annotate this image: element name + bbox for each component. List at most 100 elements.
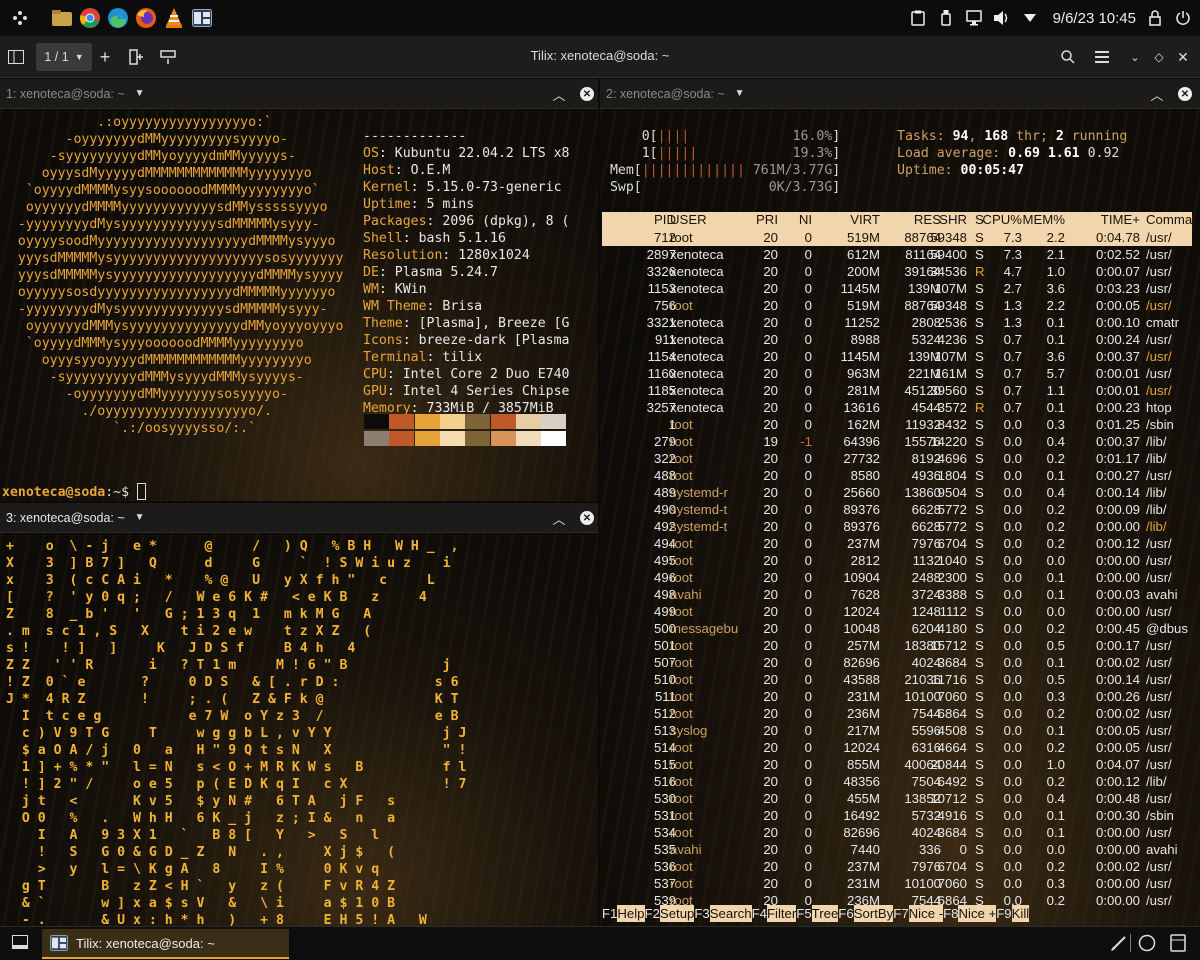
fkey-label[interactable]: Nice - — [908, 905, 944, 922]
process-table-header[interactable]: PID USER PRI NI VIRT RES SHR S CPU% MEM% TIME+ Comm… — [602, 212, 1192, 229]
process-row[interactable]: 507 root 20 0 82696 4024 3684 S 0.0 0.1 0:00.02/us… — [602, 654, 1192, 671]
taskbar-task-tilix[interactable]: Tilix: xenoteca@soda: ~ — [42, 929, 289, 959]
process-cell: 0:00.27 — [1096, 468, 1140, 483]
process-cell: 0.3 — [1046, 417, 1065, 432]
hamburger-menu-icon[interactable] — [1092, 43, 1112, 71]
process-cell: /usr/ — [1146, 230, 1172, 245]
chevron-down-icon[interactable]: ▼ — [135, 512, 145, 523]
process-row[interactable]: 322 root 20 0 27732 8192 4696 S 0.0 0.2 0:01.17/li… — [602, 450, 1192, 467]
process-row[interactable]: 279 root 19 -1 64396 15576 14220 S 0.0 0.4 0:00.37… — [602, 433, 1192, 450]
lock-screen-icon[interactable] — [1146, 9, 1164, 27]
close-window-icon[interactable]: ✕ — [1174, 43, 1192, 71]
usb-device-icon[interactable] — [937, 9, 955, 27]
search-icon[interactable] — [1058, 43, 1078, 71]
circle-icon[interactable] — [1138, 934, 1156, 957]
process-row[interactable]: 513 syslog 20 0 217M 5596 4508 S 0.0 0.1 0:00.05/u… — [602, 722, 1192, 739]
process-row[interactable]: 531 root 20 0 16492 5732 4916 S 0.0 0.1 0:00.30/sb… — [602, 807, 1192, 824]
process-row[interactable]: 534 root 20 0 82696 4024 3684 S 0.0 0.1 0:00.00/us… — [602, 824, 1192, 841]
process-cell: xenoteca — [670, 400, 724, 415]
process-row[interactable]: 499 root 20 0 12024 1248 1112 S 0.0 0.0 0:00.00/us… — [602, 603, 1192, 620]
process-row[interactable]: 501 root 20 0 257M 18380 15712 S 0.0 0.5 0:00.17/u… — [602, 637, 1192, 654]
fkey-label[interactable]: Search — [709, 905, 752, 922]
show-desktop-icon[interactable] — [12, 935, 28, 954]
process-row[interactable]: 498 avahi 20 0 7628 3724 3388 S 0.0 0.1 0:00.03 ava… — [602, 586, 1192, 603]
process-row[interactable]: 2897 xenoteca 20 0 612M 81164 59400 S 7.3 2.1 0:02… — [602, 246, 1192, 263]
info-key: WM Theme — [363, 299, 427, 314]
process-row[interactable]: 516 root 20 0 48356 7504 6492 S 0.0 0.2 0:00.12/li… — [602, 773, 1192, 790]
clipboard-icon[interactable] — [909, 9, 927, 27]
tasks-count: 94 — [952, 129, 969, 144]
process-row[interactable]: 496 root 20 0 10904 2488 2300 S 0.0 0.1 0:00.00/us… — [602, 569, 1192, 586]
firefox-icon[interactable] — [134, 6, 158, 30]
close-pane-icon[interactable]: ✕ — [580, 511, 594, 525]
process-row[interactable]: 488 root 20 0 8580 4936 1804 S 0.0 0.1 0:00.27/usr… — [602, 467, 1192, 484]
process-row[interactable]: 512 root 20 0 236M 7544 6864 S 0.0 0.2 0:00.02/usr… — [602, 705, 1192, 722]
process-cell: 20 — [763, 689, 778, 704]
close-pane-icon[interactable]: ✕ — [1178, 87, 1192, 101]
fkey-label[interactable]: Kill — [1011, 905, 1030, 922]
chrome-icon[interactable] — [78, 6, 102, 30]
fkey-label[interactable]: Filter — [766, 905, 797, 922]
process-row[interactable]: 536 root 20 0 237M 7976 6704 S 0.0 0.2 0:00.02/usr… — [602, 858, 1192, 875]
process-row[interactable]: 537 root 20 0 231M 10100 7060 S 0.0 0.3 0:00.00/us… — [602, 875, 1192, 892]
process-row[interactable]: 510 root 20 0 43588 21036 11716 S 0.0 0.5 0:00.14/… — [602, 671, 1192, 688]
shell-prompt[interactable]: xenoteca@soda:~$ — [2, 483, 146, 500]
close-pane-icon[interactable]: ✕ — [580, 87, 594, 101]
process-row[interactable]: 1153 xenoteca 20 0 1145M 139M 107M S 2.7 3.6 0:03.… — [602, 280, 1192, 297]
process-row[interactable]: 514 root 20 0 12024 6316 4664 S 0.0 0.2 0:00.05/us… — [602, 739, 1192, 756]
process-cell: /usr/ — [1146, 825, 1172, 840]
maximize-pane-icon[interactable]: ︿ — [1148, 85, 1166, 103]
info-key: Icons — [363, 333, 403, 348]
process-row[interactable]: 1 root 20 0 162M 11932 8432 S 0.0 0.3 0:01.25/sbin — [602, 416, 1192, 433]
tilix-icon[interactable] — [190, 6, 214, 30]
info-value: O.E.M — [410, 163, 451, 178]
maximize-icon[interactable]: ◇ — [1150, 43, 1168, 71]
fkey-label[interactable]: Help — [617, 905, 645, 922]
process-row[interactable]: 494 root 20 0 237M 7976 6704 S 0.0 0.2 0:00.12/usr… — [602, 535, 1192, 552]
vlc-icon[interactable] — [162, 6, 186, 30]
process-row[interactable]: 911 xenoteca 20 0 8988 5324 4236 S 0.7 0.1 0:00.24… — [602, 331, 1192, 348]
process-row[interactable]: 495 root 20 0 2812 1132 1040 S 0.0 0.0 0:00.00/usr… — [602, 552, 1192, 569]
process-row[interactable]: 1160 xenoteca 20 0 963M 221M 161M S 0.7 5.7 0:00.0… — [602, 365, 1192, 382]
process-row[interactable]: 3326 xenoteca 20 0 200M 39164 34536 R 4.7 1.0 0:00… — [602, 263, 1192, 280]
app-launcher-icon[interactable] — [8, 6, 32, 30]
process-row[interactable]: 492 systemd-t 20 0 89376 6628 5772 S 0.0 0.2 0:00.… — [602, 518, 1192, 535]
process-row[interactable]: 756 root 20 0 519M 88764 59348 S 1.3 2.2 0:00.05/u… — [602, 297, 1192, 314]
process-cell: /usr/ — [1146, 264, 1172, 279]
process-row[interactable]: 3257 xenoteca 20 0 13616 4544 3572 R 0.7 0.1 0:00.… — [602, 399, 1192, 416]
process-row[interactable]: 530 root 20 0 455M 13852 10712 S 0.0 0.4 0:00.48/u… — [602, 790, 1192, 807]
clock[interactable]: 9/6/23 10:45 — [1053, 10, 1136, 27]
maximize-pane-icon[interactable]: ︿ — [550, 509, 568, 527]
tray-expand-icon[interactable] — [1021, 9, 1039, 27]
window-switcher-icon[interactable] — [1170, 934, 1186, 957]
fkey-label[interactable]: SortBy — [853, 905, 894, 922]
chevron-down-icon[interactable]: ▼ — [135, 88, 145, 99]
minimize-icon[interactable]: ⌄ — [1126, 43, 1144, 71]
process-row[interactable]: 489 systemd-r 20 0 25660 13860 9504 S 0.0 0.4 0:00… — [602, 484, 1192, 501]
volume-icon[interactable] — [993, 9, 1011, 27]
fkey-label[interactable]: Setup — [659, 905, 695, 922]
maximize-pane-icon[interactable]: ︿ — [550, 85, 568, 103]
process-row[interactable]: 490 systemd-t 20 0 89376 6628 5772 S 0.0 0.2 0:00.… — [602, 501, 1192, 518]
network-icon[interactable] — [965, 9, 983, 27]
process-row[interactable]: 511 root 20 0 231M 10100 7060 S 0.0 0.3 0:00.26/us… — [602, 688, 1192, 705]
process-row[interactable]: 1185 xenoteca 20 0 281M 45120 39560 S 0.7 1.1 0:00… — [602, 382, 1192, 399]
process-cell: S — [975, 723, 984, 738]
file-manager-icon[interactable] — [50, 6, 74, 30]
process-cell: 0:04.07 — [1096, 757, 1140, 772]
process-row[interactable]: 1154 xenoteca 20 0 1145M 139M 107M S 0.7 3.6 0:00.… — [602, 348, 1192, 365]
fkey-label[interactable]: Tree — [811, 905, 839, 922]
process-cell: 0 — [804, 536, 812, 551]
chevron-down-icon[interactable]: ▼ — [735, 88, 745, 99]
edge-icon[interactable] — [106, 6, 130, 30]
pen-icon[interactable] — [1110, 934, 1128, 957]
htop-meters: 0[|||| 16.0%] 1[||||| 19.3%] Mem[|||||||… — [602, 129, 841, 195]
process-cell: 59400 — [930, 247, 967, 262]
fkey-label[interactable]: Nice + — [958, 905, 997, 922]
process-row[interactable]: 3321 xenoteca 20 0 11252 2808 2536 S 1.3 0.1 0:00.… — [602, 314, 1192, 331]
process-row[interactable]: 500 messagebu 20 0 10048 6204 4180 S 0.0 0.2 0:00.… — [602, 620, 1192, 637]
process-row[interactable]: 515 root 20 0 855M 40064 20844 S 0.0 1.0 0:04.07/u… — [602, 756, 1192, 773]
process-row[interactable]: 712 root 20 0 519M 88764 59348 S 7.3 2.2 0:04.78/u… — [602, 229, 1192, 246]
power-icon[interactable] — [1174, 9, 1192, 27]
process-row[interactable]: 535 avahi 20 0 7440 336 0 S 0.0 0.0 0:00.00 avahi — [602, 841, 1192, 858]
